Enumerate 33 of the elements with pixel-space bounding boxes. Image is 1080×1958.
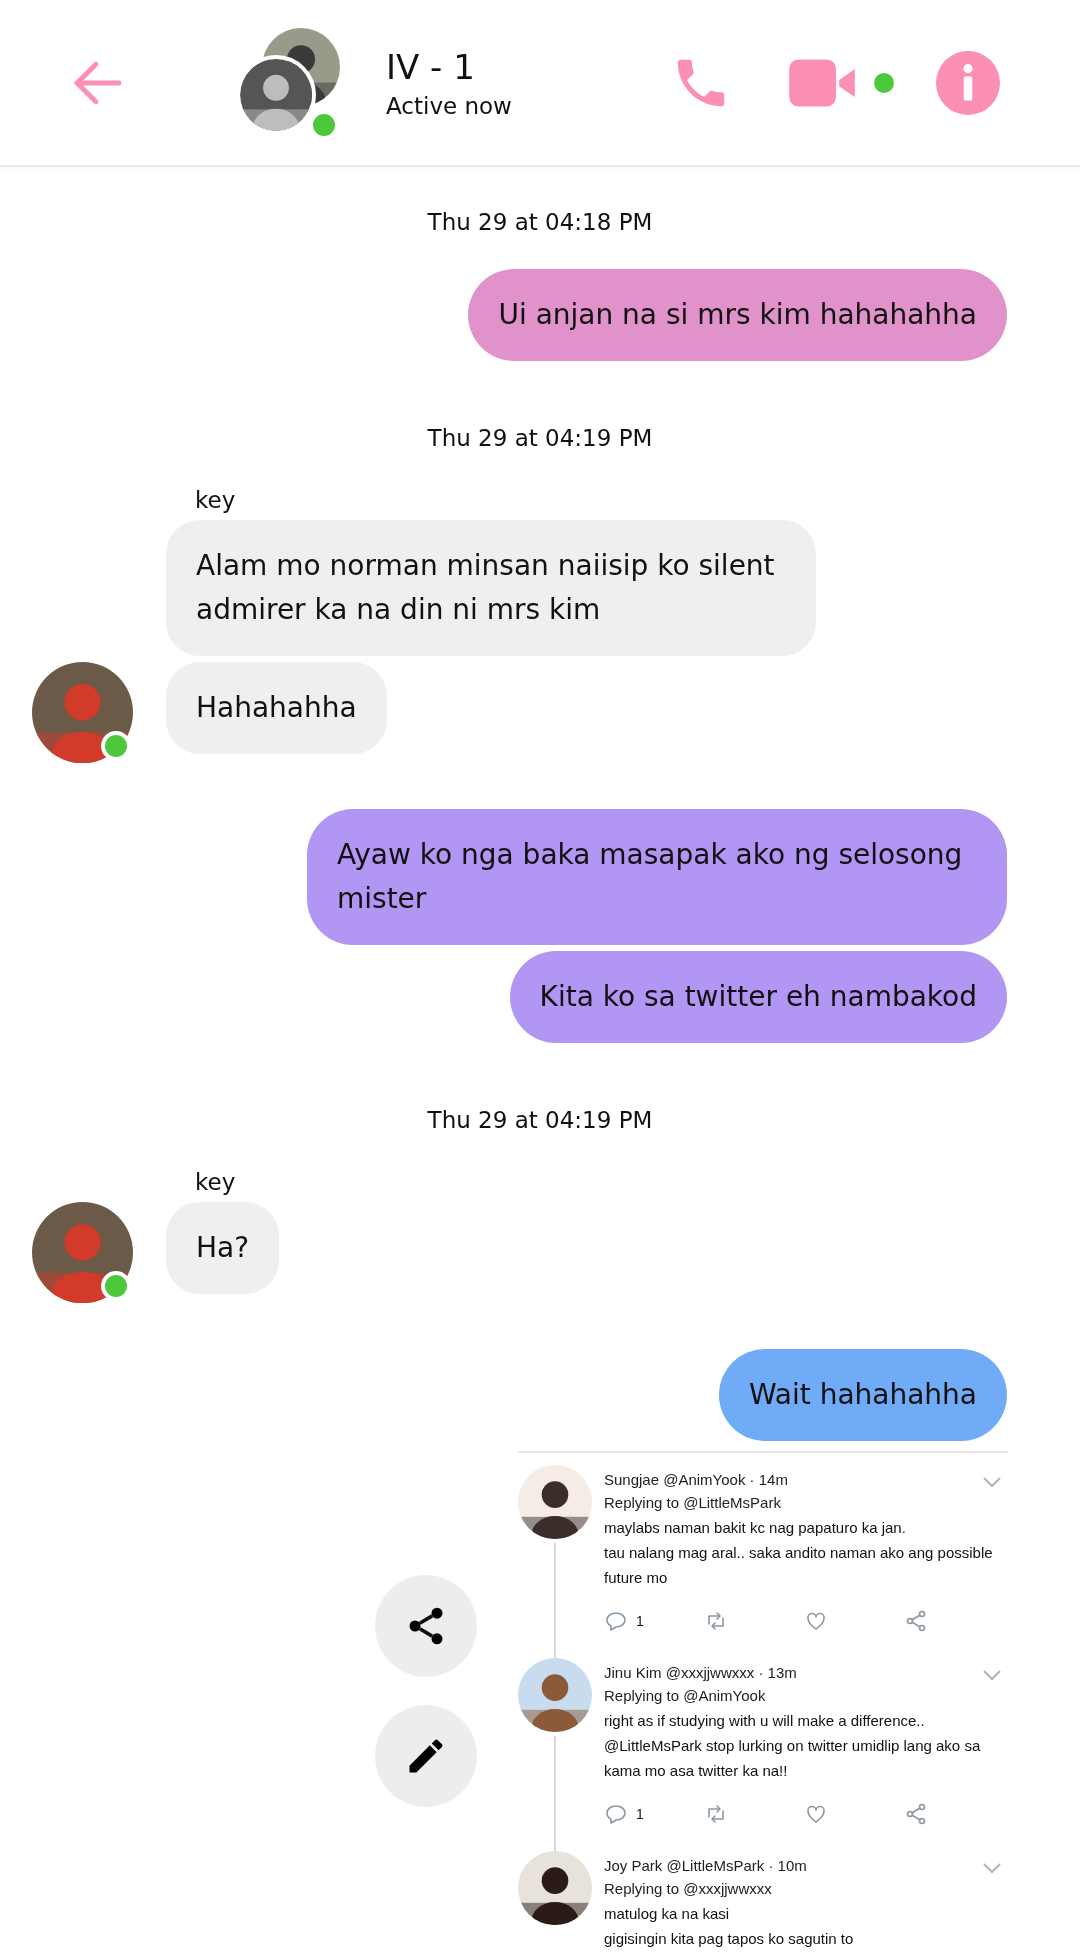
timestamp: Thu 29 at 04:18 PM <box>427 208 653 237</box>
message-bubble: Ha? <box>166 1202 280 1294</box>
tweet-text: right as if studying with u will make a difference.. @LittleMsPark stop lurking on twitter umidlip lang ako sa kama mo asa twitter ka na!! <box>604 1711 982 1781</box>
sender-name: key <box>195 1168 236 1197</box>
tweet-text: matulog ka na kasi gigisingin kita pag tapos ko sagutin to <box>604 1904 855 1949</box>
timestamp: Thu 29 at 04:19 PM <box>427 1106 653 1135</box>
reply-icon[interactable] <box>604 1802 628 1826</box>
timestamp: Thu 29 at 04:19 PM <box>427 424 653 453</box>
reply-count: 1 <box>636 1613 644 1629</box>
tweet-author: Jinu Kim @xxxjjwwxxx · 13m <box>604 1663 797 1683</box>
message-bubble: Ayaw ko nga baka masapak ako ng selosong mister <box>307 809 1007 945</box>
reply-count: 1 <box>636 1806 644 1822</box>
reply-context: Replying to @LittleMsPark <box>604 1493 782 1513</box>
info-icon[interactable] <box>936 50 1000 115</box>
message-bubble: Ui anjan na si mrs kim hahahahha <box>468 269 1007 361</box>
caret-icon[interactable] <box>982 1668 1002 1682</box>
chat-title: IV - 1 <box>386 46 476 87</box>
tweet-text: maylabs naman bakit kc nag papaturo ka jan. tau nalang mag aral.. saka andito naman ako ang possible future mo <box>604 1518 994 1588</box>
reply-icon[interactable] <box>604 1609 628 1633</box>
caret-icon[interactable] <box>982 1475 1002 1489</box>
tweet-author: Sungjae @AnimYook · 14m <box>604 1470 788 1490</box>
message-bubble: Alam mo norman minsan naiisip ko silent admirer ka na din ni mrs kim <box>166 520 816 656</box>
message-bubble: Wait hahahahha <box>718 1349 1007 1441</box>
reply-context: Replying to @xxxjjwwxxx <box>604 1879 773 1899</box>
sender-name: key <box>195 486 236 515</box>
tweet-author: Joy Park @LittleMsPark · 10m <box>604 1856 807 1876</box>
reply-context: Replying to @AnimYook <box>604 1686 767 1706</box>
status-text: Active now <box>386 92 513 119</box>
message-bubble: Kita ko sa twitter eh nambakod <box>509 951 1007 1043</box>
message-bubble: Hahahahha <box>166 662 387 754</box>
caret-icon[interactable] <box>982 1861 1002 1875</box>
share-icon[interactable] <box>904 1609 928 1633</box>
share-icon[interactable] <box>904 1802 928 1826</box>
